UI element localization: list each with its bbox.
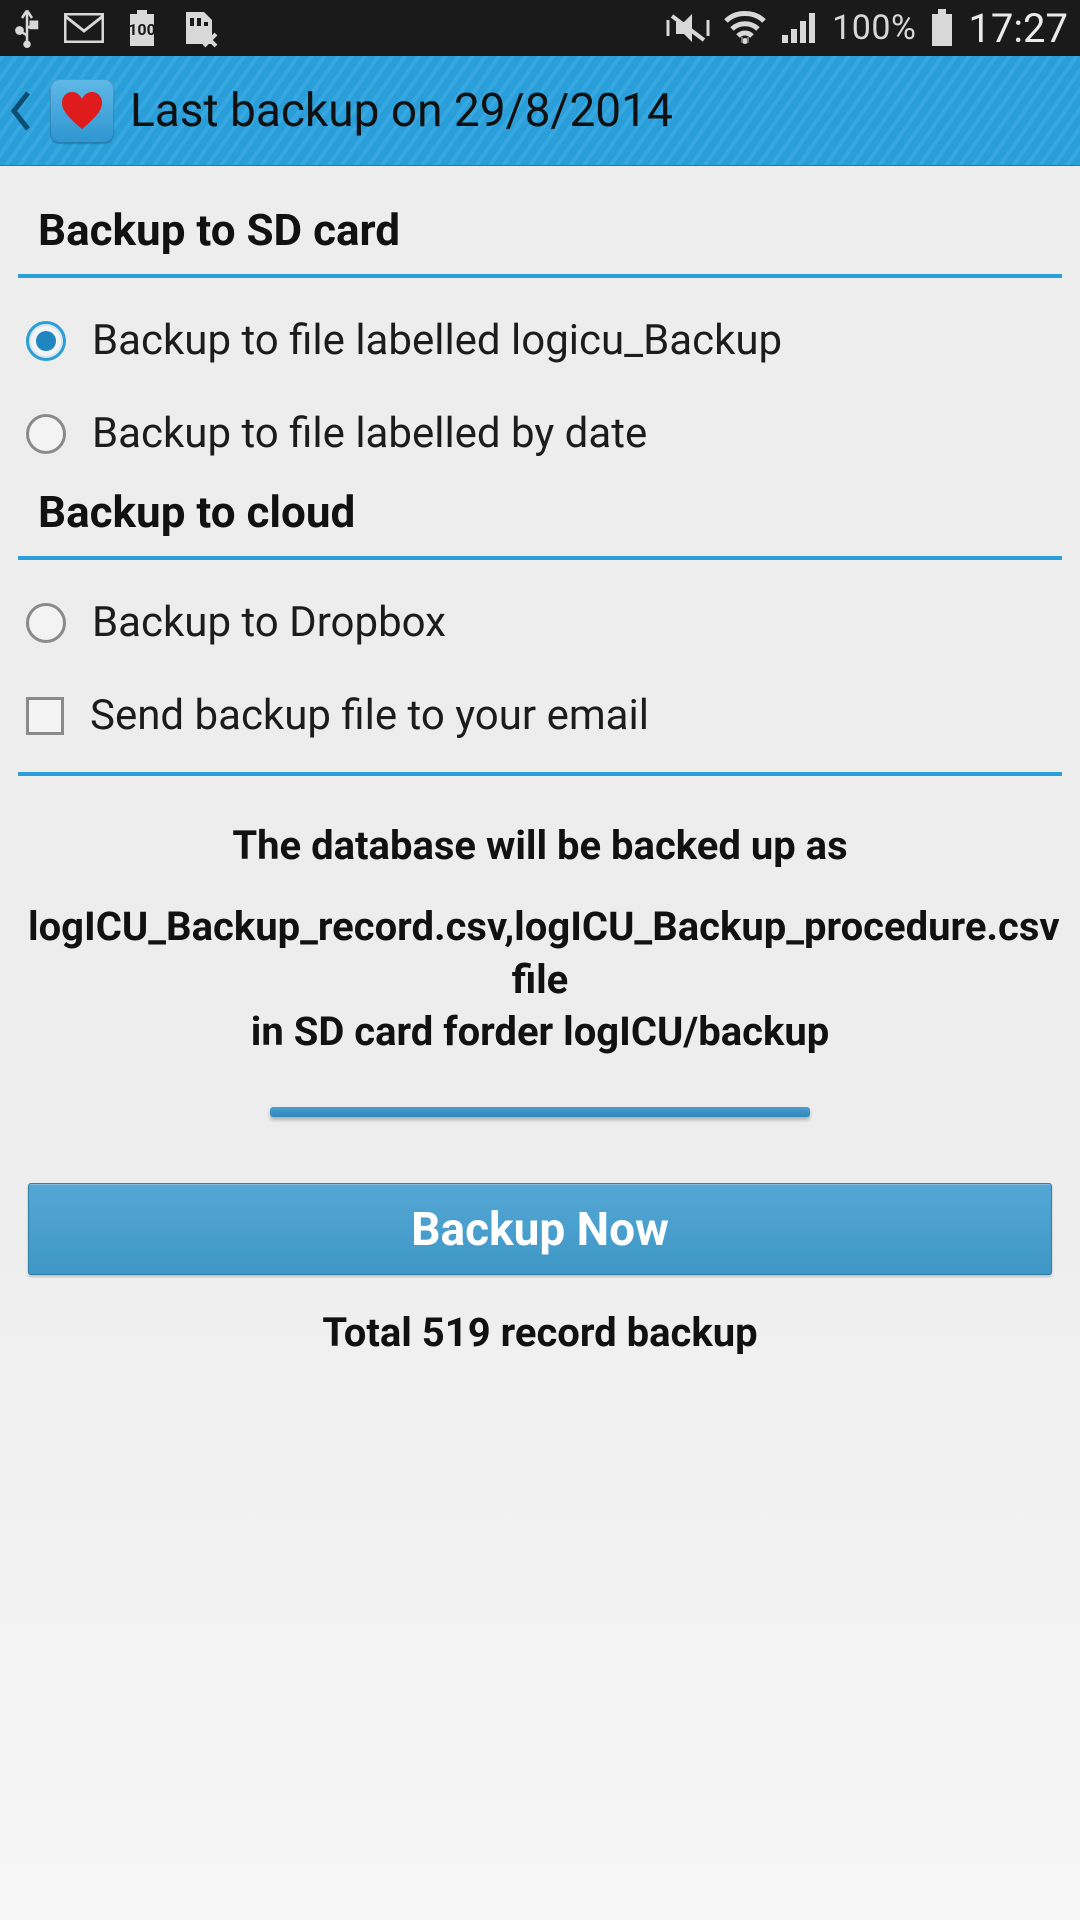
section-header-cloud: Backup to cloud <box>18 480 1062 556</box>
signal-icon <box>780 11 818 45</box>
status-clock: 17:27 <box>968 5 1068 52</box>
status-left: 100 <box>12 8 218 48</box>
option-label: Backup to Dropbox <box>92 598 446 647</box>
backup-now-button[interactable]: Backup Now <box>28 1183 1052 1275</box>
option-backup-dropbox[interactable]: Backup to Dropbox <box>18 576 1062 669</box>
backup-info: The database will be backed up as logICU… <box>18 776 1062 1147</box>
mail-icon <box>64 13 104 43</box>
section-header-sd: Backup to SD card <box>18 166 1062 274</box>
divider <box>18 274 1062 278</box>
battery-small-text: 100 <box>126 20 158 39</box>
radio-icon[interactable] <box>26 414 66 454</box>
option-backup-logicu[interactable]: Backup to file labelled logicu_Backup <box>18 294 1062 387</box>
option-label: Backup to file labelled logicu_Backup <box>92 316 782 365</box>
wifi-icon <box>724 11 766 45</box>
status-bar: 100 <box>0 0 1080 56</box>
battery-icon <box>930 8 954 48</box>
checkbox-icon[interactable] <box>26 697 64 735</box>
short-divider <box>270 1107 810 1117</box>
battery-percent-text: 100% <box>832 8 916 48</box>
battery-full-small-icon: 100 <box>126 8 158 48</box>
app-heart-icon[interactable] <box>50 79 114 143</box>
radio-icon[interactable] <box>26 603 66 643</box>
back-button[interactable] <box>8 89 34 133</box>
app-bar: Last backup on 29/8/2014 <box>0 56 1080 166</box>
info-line-2: logICU_Backup_record.csv,logICU_Backup_p… <box>28 901 1052 1007</box>
content: Backup to SD card Backup to file labelle… <box>0 166 1080 1920</box>
usb-icon <box>12 8 42 48</box>
info-line-1: The database will be backed up as <box>28 820 1052 873</box>
divider <box>18 556 1062 560</box>
app-title: Last backup on 29/8/2014 <box>130 84 673 138</box>
option-label: Backup to file labelled by date <box>92 409 647 458</box>
radio-icon[interactable] <box>26 321 66 361</box>
sim-error-icon <box>180 8 218 48</box>
option-label: Send backup file to your email <box>90 691 649 740</box>
status-right: 100% 17:27 <box>666 5 1068 52</box>
total-records-label: Total 519 record backup <box>18 1309 1062 1356</box>
vibrate-mute-icon <box>666 10 710 46</box>
option-backup-by-date[interactable]: Backup to file labelled by date <box>18 387 1062 480</box>
info-line-3: in SD card forder logICU/backup <box>28 1006 1052 1059</box>
option-send-email[interactable]: Send backup file to your email <box>18 669 1062 762</box>
